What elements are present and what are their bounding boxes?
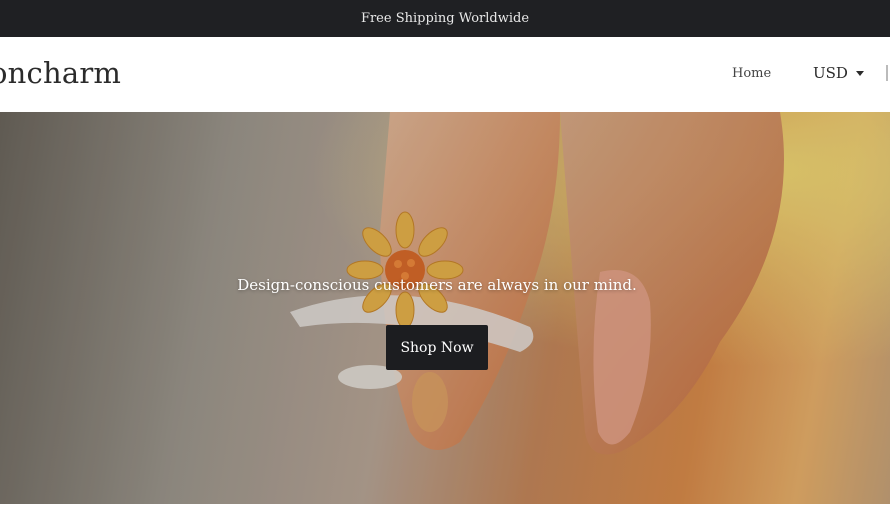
announcement-text: Free Shipping Worldwide bbox=[360, 11, 530, 26]
currency-label: USD bbox=[813, 64, 848, 82]
hero-tagline: Design-conscious customers are always in… bbox=[237, 276, 637, 294]
hero-banner: Design-conscious customers are always in… bbox=[0, 112, 890, 504]
nav-link-home[interactable]: Home bbox=[732, 66, 771, 81]
page-content-below bbox=[0, 504, 890, 530]
header-edge-divider bbox=[886, 65, 890, 81]
site-logo[interactable]: oncharm bbox=[0, 56, 121, 90]
currency-selector[interactable]: USD bbox=[813, 64, 864, 82]
shop-now-button[interactable]: Shop Now bbox=[386, 325, 488, 370]
site-header: oncharm Home USD bbox=[0, 37, 890, 113]
hero-overlay bbox=[0, 112, 890, 504]
announcement-bar: Free Shipping Worldwide bbox=[0, 0, 890, 37]
chevron-down-icon bbox=[855, 70, 864, 76]
